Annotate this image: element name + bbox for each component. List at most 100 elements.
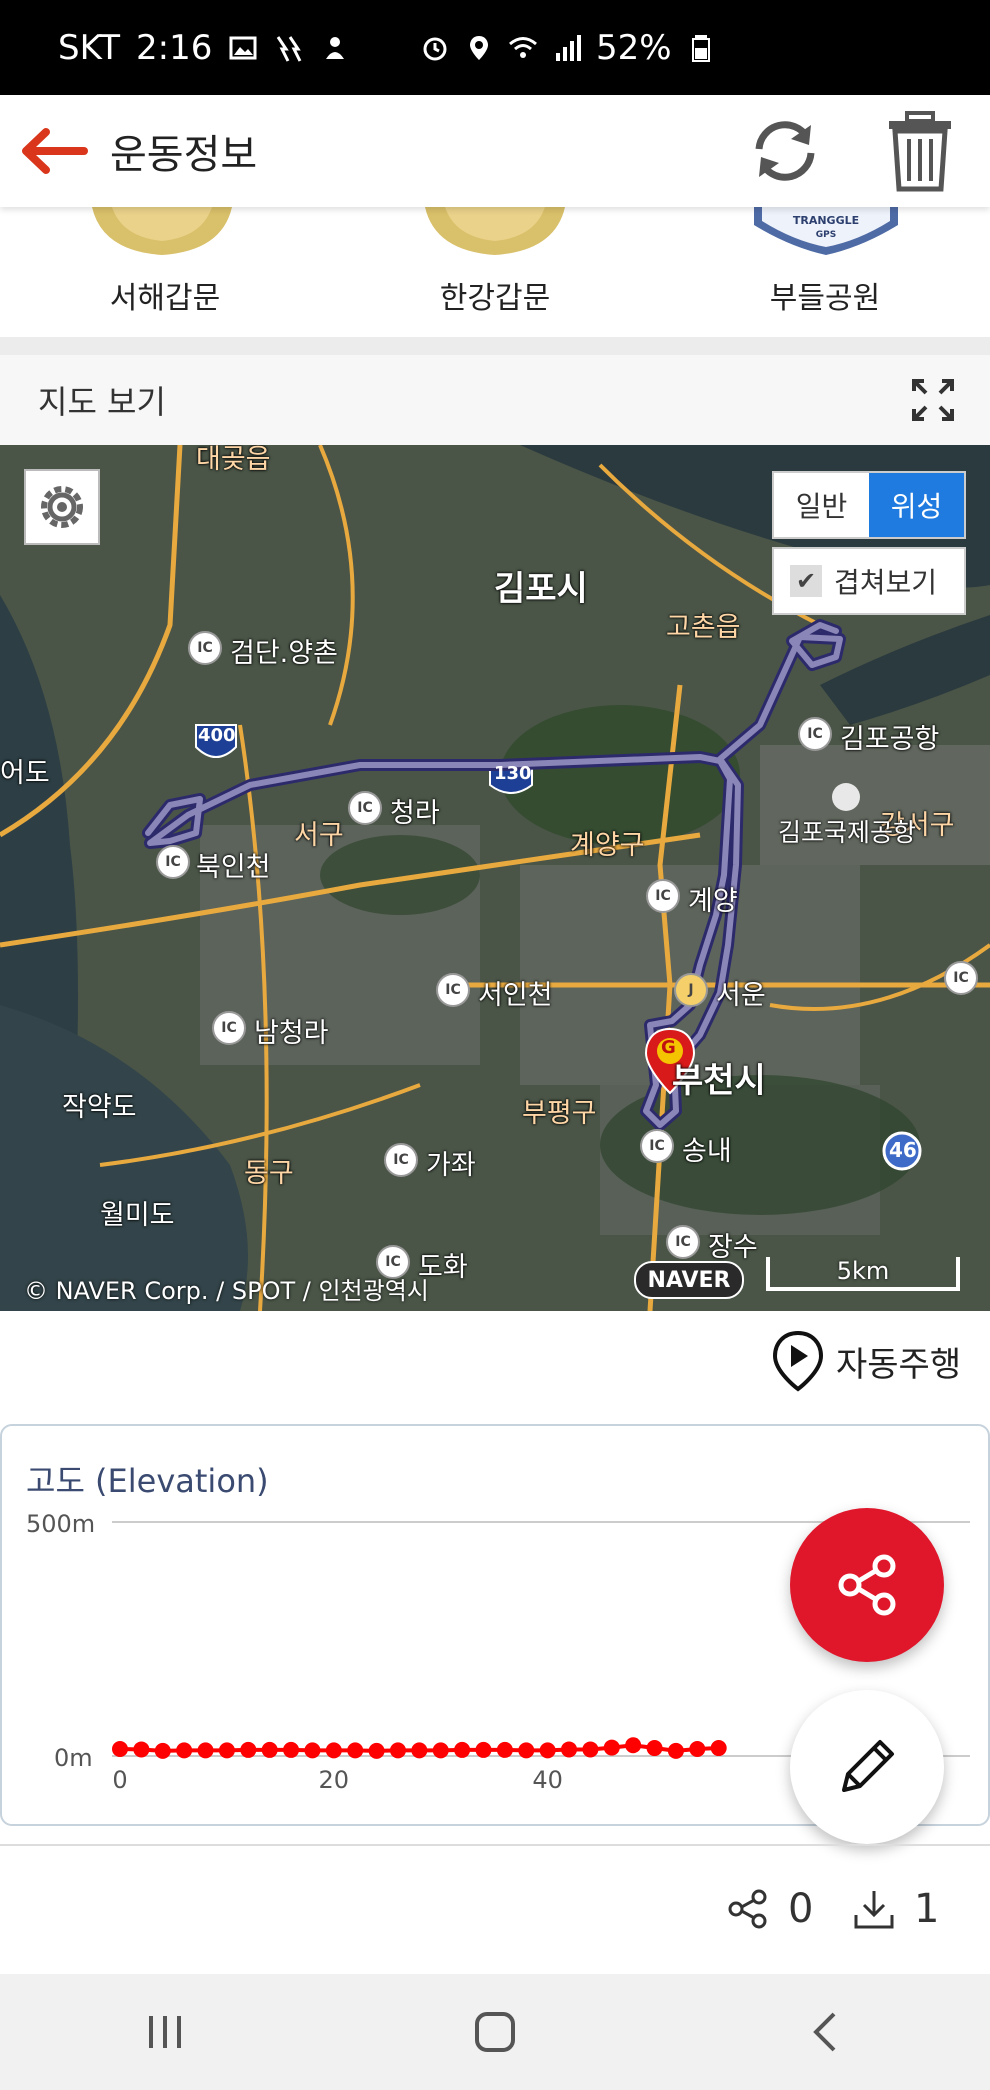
- refresh-button[interactable]: [745, 115, 825, 187]
- elevation-point: [304, 1742, 321, 1759]
- elevation-point: [283, 1741, 300, 1758]
- highway-400-label: 400: [198, 725, 236, 746]
- naver-logo: NAVER: [634, 1261, 744, 1299]
- recent-apps-button[interactable]: [115, 1992, 215, 2072]
- city-label-bucheon: 부천시: [672, 1061, 766, 1101]
- location-play-icon: [772, 1330, 824, 1392]
- fullscreen-button[interactable]: [910, 377, 956, 423]
- elevation-point: [218, 1742, 235, 1759]
- app-notification-icon: [326, 36, 345, 59]
- elevation-point: [432, 1742, 449, 1759]
- stats-row: 0 1: [0, 1868, 990, 1958]
- elevation-point: [133, 1741, 150, 1758]
- share-count-stat[interactable]: 0: [726, 1886, 813, 1932]
- elevation-point: [261, 1741, 278, 1758]
- power-save-icon: [277, 35, 302, 62]
- edit-fab-button[interactable]: [790, 1690, 944, 1844]
- status-bar: SKT 2:16 52%: [0, 0, 990, 95]
- map-type-normal-button[interactable]: 일반: [774, 473, 869, 537]
- map-section-header: 지도 보기: [0, 355, 990, 445]
- checkbox-checked-icon[interactable]: ✔: [790, 565, 822, 597]
- section-divider: [0, 337, 990, 355]
- place-label: 북인천: [196, 852, 271, 883]
- alarm-icon: [423, 37, 447, 60]
- elevation-point: [176, 1742, 193, 1759]
- map-type-satellite-button[interactable]: 위성: [869, 473, 964, 537]
- gear-icon: [41, 486, 83, 528]
- x-tick-label: 40: [532, 1766, 563, 1794]
- trash-icon: [889, 111, 951, 192]
- share-fab-button[interactable]: [790, 1508, 944, 1662]
- interchange-icon: IC: [944, 961, 978, 995]
- elevation-point: [197, 1742, 214, 1759]
- interchange-icon: IC: [640, 1129, 674, 1163]
- elevation-point: [347, 1742, 364, 1759]
- clock: 2:16: [136, 27, 213, 68]
- overlay-toggle[interactable]: ✔ 겹쳐보기: [772, 547, 966, 615]
- auto-drive-label: 자동주행: [836, 1344, 962, 1385]
- interchange-icon: IC: [156, 845, 190, 879]
- elevation-point: [561, 1741, 578, 1758]
- elevation-point: [154, 1742, 171, 1759]
- place-label: 대곶읍: [196, 445, 271, 475]
- elevation-point: [625, 1737, 642, 1754]
- city-label-gimpo: 김포시: [494, 569, 588, 609]
- elevation-point: [496, 1741, 513, 1758]
- download-icon: [854, 1891, 894, 1929]
- place-label: 남청라: [254, 1018, 329, 1049]
- elevation-point: [646, 1740, 663, 1757]
- place-label: 부평구: [522, 1098, 597, 1129]
- badge-label: 한강갑문: [439, 281, 551, 316]
- share-outline-icon: [728, 1889, 767, 1929]
- trangle-gps-badge-icon: TRANGGLE GPS: [754, 207, 898, 255]
- badge-label: 부들공원: [769, 281, 881, 316]
- elevation-point: [411, 1742, 428, 1759]
- place-label: 동구: [244, 1158, 294, 1189]
- interchange-icon: IC: [436, 973, 470, 1007]
- elevation-point: [240, 1741, 257, 1758]
- delete-button[interactable]: [885, 109, 955, 193]
- place-label: 계양: [688, 886, 738, 917]
- auto-drive-button[interactable]: 자동주행: [770, 1330, 961, 1392]
- badge-label: 서해갑문: [109, 281, 221, 316]
- place-label: 김포국제공항: [778, 818, 917, 847]
- x-tick-label: 20: [319, 1766, 350, 1794]
- satellite-map[interactable]: 400 130 46 G 대곶읍 김포시 부천시 고촌읍 서구 계양구 부평구 …: [0, 445, 990, 1311]
- elevation-point: [368, 1742, 385, 1759]
- interchange-icon: IC: [384, 1143, 418, 1177]
- svg-text:GPS: GPS: [816, 230, 836, 240]
- system-nav-bar: [0, 1974, 990, 2090]
- signal-icon: [556, 34, 581, 61]
- route-46-label: 46: [889, 1138, 917, 1162]
- elevation-point: [710, 1740, 727, 1757]
- place-label: 계양구: [570, 830, 645, 861]
- map-copyright: © NAVER Corp. / SPOT / 인천광역시: [24, 1277, 429, 1305]
- elevation-point: [667, 1742, 684, 1759]
- place-label: 검단.양촌: [230, 638, 338, 669]
- map-scale: 5km: [766, 1257, 960, 1291]
- wifi-icon: [509, 36, 537, 58]
- svg-text:TRANGGLE: TRANGGLE: [793, 214, 859, 227]
- place-label: 어도: [0, 758, 50, 789]
- medal-badge-icon: [92, 207, 232, 255]
- download-count-stat[interactable]: 1: [852, 1886, 939, 1932]
- back-button[interactable]: [18, 123, 90, 179]
- map-type-toggle: 일반 위성: [772, 471, 966, 539]
- app-header: 운동정보: [0, 95, 990, 207]
- place-label: 서인천: [478, 980, 553, 1011]
- share-icon: [838, 1554, 896, 1616]
- place-label: 서운: [716, 980, 766, 1011]
- highway-130-label: 130: [494, 763, 532, 784]
- system-back-button[interactable]: [775, 1992, 875, 2072]
- place-label: 청라: [390, 798, 440, 829]
- x-tick-label: 0: [112, 1766, 127, 1794]
- share-count: 0: [788, 1886, 814, 1932]
- home-button[interactable]: [445, 1992, 545, 2072]
- elevation-point: [475, 1741, 492, 1758]
- map-section-title: 지도 보기: [38, 383, 166, 421]
- place-label: 고촌읍: [666, 612, 741, 643]
- place-label: 작약도: [62, 1092, 137, 1123]
- map-settings-button[interactable]: [24, 469, 100, 545]
- recent-apps-icon: [149, 2016, 181, 2048]
- y-tick-label: 500m: [26, 1510, 95, 1538]
